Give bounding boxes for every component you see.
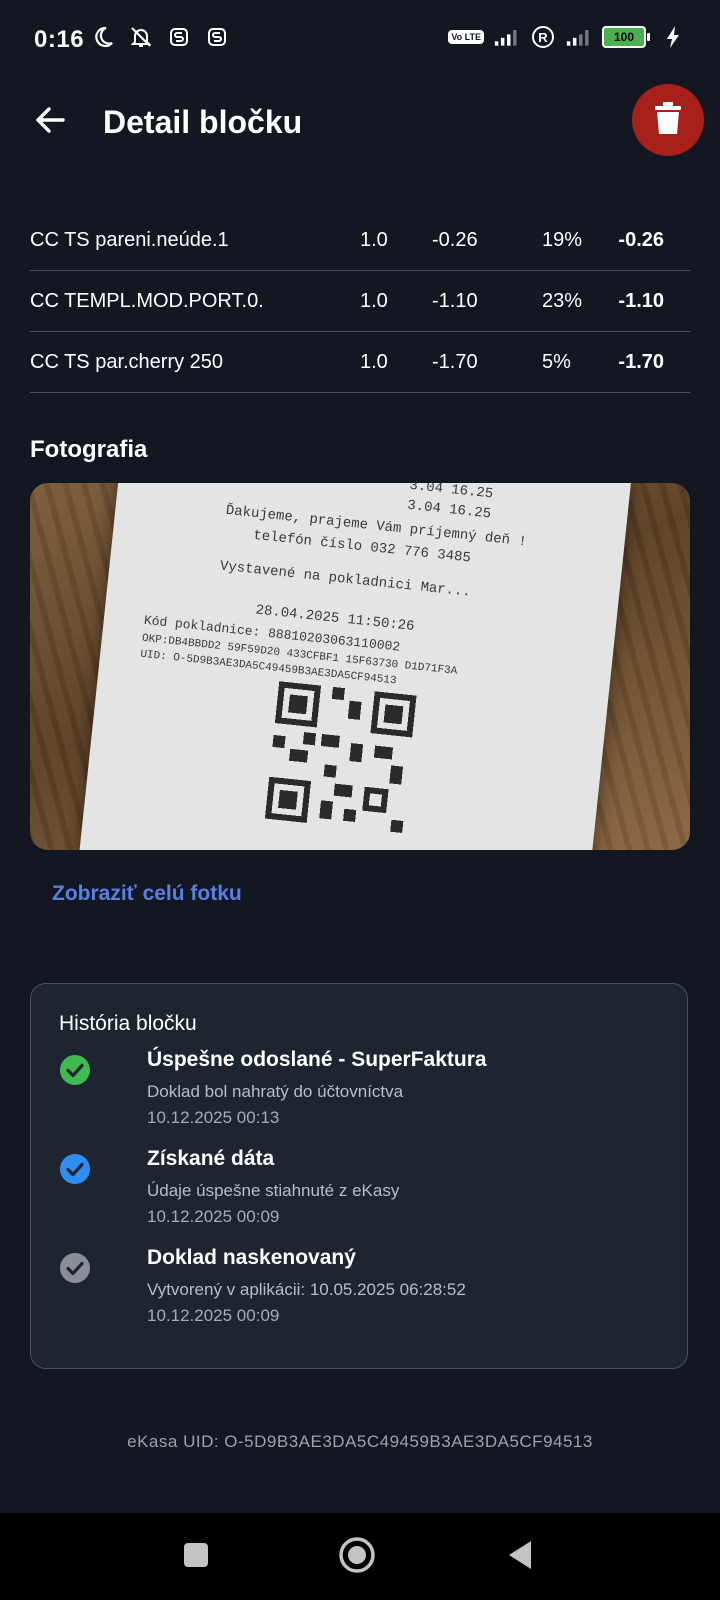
item-total: -1.10 — [618, 290, 664, 312]
item-qty: 1.0 — [360, 351, 388, 373]
item-price: -0.26 — [432, 229, 478, 251]
app-header: Detail bločku — [0, 80, 720, 164]
receipt-paper: 3.04 16.25 3.04 16.25 Ďakujeme, prajeme … — [74, 483, 632, 850]
s-icon — [166, 24, 192, 50]
item-qty: 1.0 — [360, 290, 388, 312]
svg-text:R: R — [538, 30, 548, 45]
signal-icon — [494, 24, 520, 50]
receipt-photo[interactable]: 3.04 16.25 3.04 16.25 Ďakujeme, prajeme … — [30, 483, 690, 850]
item-qty: 1.0 — [360, 229, 388, 251]
item-total: -1.70 — [618, 351, 664, 373]
qr-code — [258, 674, 424, 840]
arrow-left-icon — [33, 103, 67, 142]
table-row: CC TS par.cherry 250 1.0 -1.70 5% -1.70 — [30, 332, 690, 393]
item-price: -1.70 — [432, 351, 478, 373]
item-vat: 23% — [542, 290, 583, 312]
check-circle-grey-icon — [59, 1252, 91, 1284]
battery-icon: 100 — [602, 26, 650, 48]
s-icon — [204, 24, 230, 50]
charging-bolt-icon — [660, 24, 686, 50]
check-circle-blue-icon — [59, 1153, 91, 1185]
bell-off-icon — [128, 24, 154, 50]
status-time: 0:16 — [34, 26, 85, 53]
table-row: CC TS pareni.neúde.1 1.0 -0.26 19% -0.26 — [30, 210, 690, 271]
home-button[interactable] — [333, 1533, 381, 1581]
history-entry-title: Doklad naskenovaný — [147, 1246, 356, 1269]
history-card: História bločku Úspešne odoslané - Super… — [30, 983, 688, 1369]
trash-icon — [654, 101, 682, 140]
history-entry-time: 10.12.2025 00:09 — [147, 1207, 280, 1226]
history-entry-title: Získané dáta — [147, 1147, 275, 1170]
item-name: CC TS par.cherry 250 — [30, 351, 224, 373]
check-circle-green-icon — [59, 1054, 91, 1086]
ekasa-uid: eKasa UID: O-5D9B3AE3DA5C49459B3AE3DA5CF… — [127, 1432, 593, 1451]
history-entry-title: Úspešne odoslané - SuperFaktura — [147, 1048, 487, 1071]
items-table: CC TS pareni.neúde.1 1.0 -0.26 19% -0.26… — [30, 210, 690, 393]
status-icons-right: Vo LTE R 100 — [448, 24, 686, 50]
table-row: CC TEMPL.MOD.PORT.0. 1.0 -1.10 23% -1.10 — [30, 271, 690, 332]
item-vat: 5% — [542, 351, 571, 373]
status-icons-left — [90, 24, 230, 50]
history-entry-time: 10.12.2025 00:13 — [147, 1108, 280, 1127]
recents-button[interactable] — [172, 1533, 220, 1581]
roaming-icon: R — [530, 24, 556, 50]
item-vat: 19% — [542, 229, 583, 251]
battery-level: 100 — [602, 26, 646, 48]
history-entry-desc: Vytvorený v aplikácii: 10.05.2025 06:28:… — [147, 1280, 466, 1299]
history-title: História bločku — [59, 1012, 197, 1035]
history-entry-desc: Údaje úspešne stiahnuté z eKasy — [147, 1181, 400, 1200]
item-price: -1.10 — [432, 290, 478, 312]
photo-section-title: Fotografia — [30, 436, 148, 463]
home-circle-icon — [338, 1536, 376, 1579]
history-entry-time: 10.12.2025 00:09 — [147, 1306, 280, 1325]
recents-square-icon — [182, 1541, 210, 1574]
item-name: CC TS pareni.neúde.1 — [30, 229, 229, 251]
moon-icon — [90, 24, 116, 50]
page-title: Detail bločku — [103, 104, 303, 140]
show-full-photo-link[interactable]: Zobraziť celú fotku — [52, 882, 242, 906]
back-nav-button[interactable] — [496, 1533, 544, 1581]
volte-badge: Vo LTE — [448, 30, 484, 44]
back-button[interactable] — [28, 100, 72, 144]
item-name: CC TEMPL.MOD.PORT.0. — [30, 290, 264, 312]
signal-icon — [566, 24, 592, 50]
status-bar: 0:16 Vo LTE R 100 — [0, 0, 720, 80]
history-entry-desc: Doklad bol nahratý do účtovníctva — [147, 1082, 404, 1101]
back-triangle-icon — [506, 1539, 534, 1576]
delete-button[interactable] — [632, 84, 704, 156]
system-nav-bar — [0, 1513, 720, 1600]
item-total: -0.26 — [618, 229, 664, 251]
